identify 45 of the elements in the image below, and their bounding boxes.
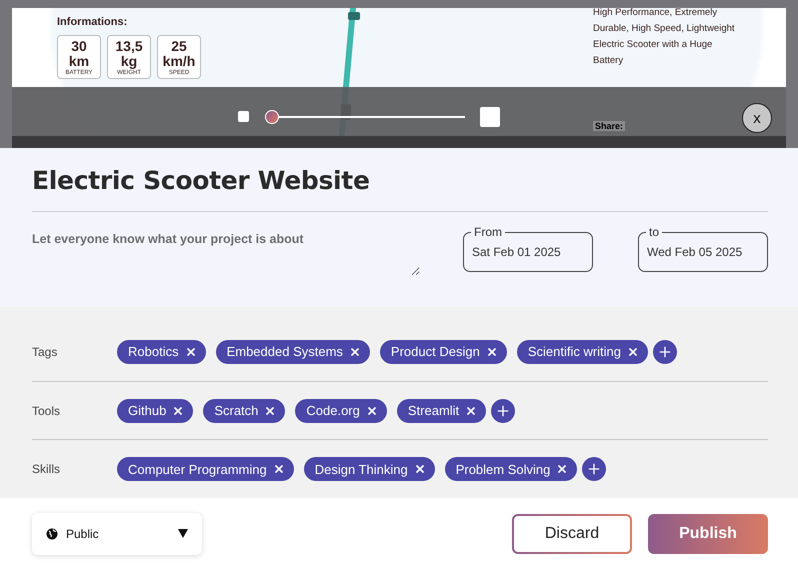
chip-label: Code.org [306, 403, 360, 418]
dropdown-caret-icon [178, 529, 188, 538]
product-description: High Performance, Extremely Durable, High Speed, Lightweight Electric Scooter with a Huge Battery [593, 8, 735, 68]
close-button[interactable]: x [742, 103, 772, 133]
visibility-value: Public [66, 526, 100, 540]
chip-label: Scratch [214, 403, 258, 418]
remove-button[interactable] [627, 346, 640, 358]
remove-button[interactable] [556, 463, 568, 476]
chip-label: Design Thinking [314, 462, 408, 477]
remove-button[interactable] [414, 463, 426, 476]
remove-button[interactable] [172, 404, 184, 416]
remove-button[interactable] [184, 346, 197, 358]
date-value: Wed Feb 05 2025 [647, 245, 742, 259]
remove-button[interactable] [366, 404, 378, 416]
remove-button[interactable] [264, 404, 276, 416]
chip-label: Problem Solving [456, 462, 550, 477]
globe-icon [46, 528, 58, 540]
description-field[interactable]: Let everyone know what your project is about [32, 232, 420, 276]
chip-label: Streamlit [408, 403, 460, 418]
remove-button[interactable] [486, 346, 498, 358]
info-heading: Informations: [57, 16, 128, 28]
publish-button[interactable]: Publish [648, 514, 768, 554]
remove-button[interactable] [348, 346, 361, 358]
section-label: Skills [32, 462, 62, 476]
chip-label: Robotics [128, 344, 179, 360]
zoom-slider-thumb[interactable] [265, 110, 279, 124]
chip-label: Product Design [390, 344, 480, 360]
add-button[interactable] [491, 398, 516, 422]
add-button[interactable] [582, 457, 606, 482]
project-title: Electric Scooter Website [32, 166, 371, 195]
add-button[interactable] [653, 340, 678, 364]
share-label: Share: [593, 121, 626, 131]
remove-button[interactable] [272, 463, 285, 476]
remove-button[interactable] [465, 404, 478, 416]
section-label: Tags [32, 344, 58, 359]
date-label: to [646, 225, 662, 239]
visibility-select[interactable]: Public [32, 512, 202, 554]
chip-label: Computer Programming [128, 462, 267, 477]
chip-label: Github [128, 403, 166, 418]
date-value: Sat Feb 01 2025 [472, 245, 561, 259]
chip-label: Embedded Systems [226, 344, 343, 360]
chip-label: Scientific writing [528, 344, 622, 360]
section-label: Tools [32, 404, 62, 418]
discard-button[interactable]: Discard [512, 514, 632, 554]
date-label: From [471, 225, 505, 239]
